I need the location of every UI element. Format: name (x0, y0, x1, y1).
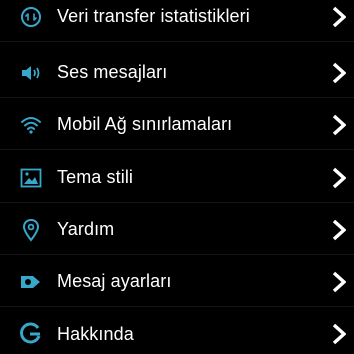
location-pin-icon (18, 217, 44, 243)
chevron-right-icon (332, 62, 346, 84)
menu-item-voice-messages[interactable]: Ses mesajları (0, 48, 354, 98)
menu-item-label: Yardım (57, 219, 115, 239)
menu-item-label: Hakkında (57, 323, 134, 344)
menu-item-label: Mesaj ayarları (57, 271, 172, 291)
chevron-right-icon (332, 323, 346, 345)
chevron-right-icon (332, 114, 346, 136)
menu-item-label: Veri transfer istatistikleri (57, 6, 250, 26)
menu-item-theme-style[interactable]: Tema stili (0, 153, 354, 203)
chevron-right-icon (332, 219, 346, 241)
info-g-icon (18, 321, 44, 347)
settings-menu: Veri transfer istatistikleri Ses mesajla… (0, 0, 354, 354)
speaker-icon (18, 60, 44, 86)
menu-item-label: Ses mesajları (57, 62, 168, 82)
menu-item-label: Tema stili (57, 167, 134, 187)
image-icon (18, 165, 44, 191)
message-tag-icon (18, 269, 44, 295)
menu-item-label: Mobil Ağ sınırlamaları (57, 114, 233, 134)
data-transfer-icon (18, 4, 44, 30)
menu-item-data-transfer-stats[interactable]: Veri transfer istatistikleri (0, 0, 354, 42)
chevron-right-icon (332, 167, 346, 189)
menu-item-message-settings[interactable]: Mesaj ayarları (0, 257, 354, 307)
chevron-right-icon (332, 6, 346, 28)
menu-item-help[interactable]: Yardım (0, 205, 354, 255)
menu-item-about[interactable]: Hakkında (0, 309, 354, 354)
chevron-right-icon (332, 271, 346, 293)
wifi-icon (18, 112, 44, 138)
menu-item-mobile-network-limits[interactable]: Mobil Ağ sınırlamaları (0, 100, 354, 150)
